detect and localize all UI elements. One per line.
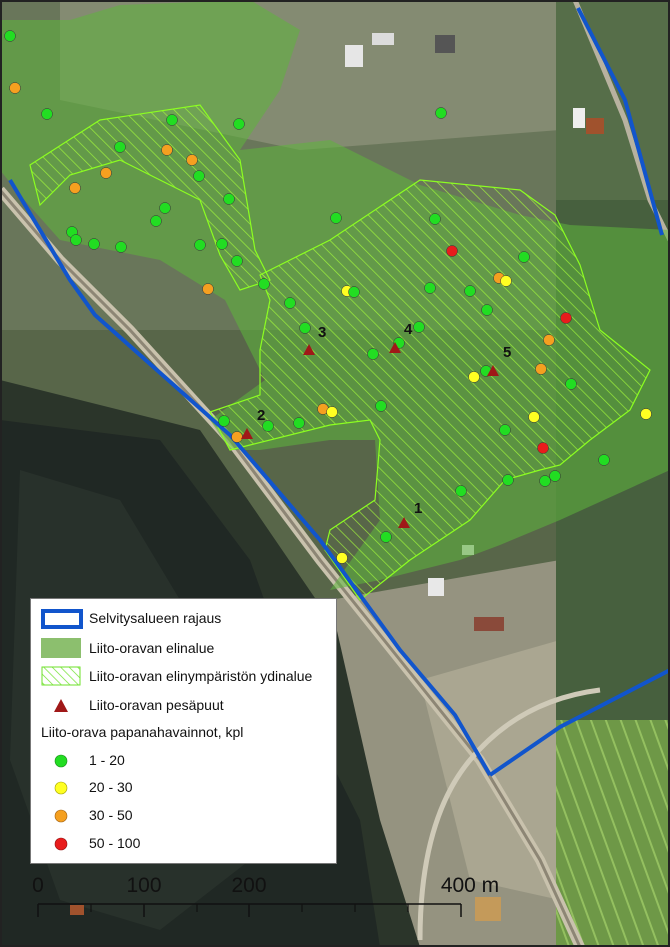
nest-tree-number: 2: [257, 407, 265, 424]
dropping-observation-point[interactable]: [284, 297, 296, 309]
nest-tree-swatch: [41, 695, 85, 715]
dropping-observation-point[interactable]: [413, 321, 425, 333]
dropping-observation-point[interactable]: [424, 282, 436, 294]
dropping-observation-point[interactable]: [4, 30, 16, 42]
dropping-observation-point[interactable]: [88, 238, 100, 250]
dropping-observation-point[interactable]: [468, 371, 480, 383]
dropping-observation-point[interactable]: [150, 215, 162, 227]
dropping-observation-point[interactable]: [481, 304, 493, 316]
dropping-observation-point[interactable]: [69, 182, 81, 194]
dropping-observation-point[interactable]: [231, 255, 243, 267]
dropping-observation-point[interactable]: [161, 144, 173, 156]
dropping-observation-point[interactable]: [528, 411, 540, 423]
dropping-observation-point[interactable]: [326, 406, 338, 418]
dropping-observation-point[interactable]: [348, 286, 360, 298]
dropping-observation-point[interactable]: [375, 400, 387, 412]
dropping-observation-point[interactable]: [380, 531, 392, 543]
dropping-observation-point[interactable]: [464, 285, 476, 297]
dropping-observation-point[interactable]: [429, 213, 441, 225]
dropping-observation-point[interactable]: [114, 141, 126, 153]
dropping-observation-point[interactable]: [435, 107, 447, 119]
dropping-observation-point[interactable]: [231, 431, 243, 443]
map-legend: Selvitysalueen rajaus Liito-oravan elina…: [30, 598, 337, 864]
scale-bar: 0 100 200 400 m: [32, 874, 499, 917]
dropping-observation-point[interactable]: [539, 475, 551, 487]
legend-core-area-label: Liito-oravan elinympäristön ydinalue: [89, 668, 313, 684]
dropping-observation-point[interactable]: [186, 154, 198, 166]
legend-habitat-label: Liito-oravan elinalue: [89, 640, 215, 656]
dropping-observation-point[interactable]: [499, 424, 511, 436]
legend-nest-label: Liito-oravan pesäpuut: [89, 697, 224, 713]
dropping-observation-point[interactable]: [549, 470, 561, 482]
dropping-observation-point[interactable]: [330, 212, 342, 224]
dropping-observation-point[interactable]: [159, 202, 171, 214]
nest-tree-number: 4: [404, 321, 413, 338]
scale-label-200: 200: [231, 874, 266, 897]
dropping-observation-point[interactable]: [543, 334, 555, 346]
dropping-observation-point[interactable]: [640, 408, 652, 420]
legend-class-4-label: 50 - 100: [89, 835, 141, 851]
habitat-swatch: [41, 637, 85, 658]
dropping-observation-point[interactable]: [41, 108, 53, 120]
dropping-observation-point[interactable]: [233, 118, 245, 130]
dropping-observation-point[interactable]: [115, 241, 127, 253]
dropping-observation-point[interactable]: [367, 348, 379, 360]
dropping-observation-point[interactable]: [293, 417, 305, 429]
dropping-observation-point[interactable]: [537, 442, 549, 454]
scale-label-400: 400 m: [441, 874, 499, 897]
dropping-observation-point[interactable]: [202, 283, 214, 295]
dropping-observation-point[interactable]: [455, 485, 467, 497]
dropping-observation-point[interactable]: [336, 552, 348, 564]
legend-droppings-title: Liito-orava papanahavainnot, kpl: [41, 724, 244, 740]
dropping-observation-point[interactable]: [535, 363, 547, 375]
legend-class-2-label: 20 - 30: [89, 779, 133, 795]
class-1-swatch: [41, 750, 85, 770]
dropping-observation-point[interactable]: [216, 238, 228, 250]
scale-label-100: 100: [126, 874, 161, 897]
nest-tree-number: 5: [503, 344, 511, 361]
dropping-observation-point[interactable]: [598, 454, 610, 466]
dropping-observation-point[interactable]: [9, 82, 21, 94]
dropping-observation-point[interactable]: [502, 474, 514, 486]
dropping-observation-point[interactable]: [223, 193, 235, 205]
dropping-observation-point[interactable]: [500, 275, 512, 287]
dropping-observation-point[interactable]: [565, 378, 577, 390]
legend-boundary-label: Selvitysalueen rajaus: [89, 610, 222, 626]
boundary-swatch: [41, 608, 85, 629]
dropping-observation-point[interactable]: [166, 114, 178, 126]
nest-tree-number: 3: [318, 324, 326, 341]
core-area-swatch: [41, 665, 85, 686]
dropping-observation-point[interactable]: [446, 245, 458, 257]
dropping-observation-point[interactable]: [194, 239, 206, 251]
dropping-observation-point[interactable]: [218, 415, 230, 427]
scale-label-0: 0: [32, 874, 44, 897]
legend-class-3-label: 30 - 50: [89, 807, 133, 823]
class-3-swatch: [41, 805, 85, 825]
dropping-observation-point[interactable]: [193, 170, 205, 182]
class-4-swatch: [41, 833, 85, 853]
dropping-observation-point[interactable]: [100, 167, 112, 179]
class-2-swatch: [41, 777, 85, 797]
dropping-observation-point[interactable]: [518, 251, 530, 263]
dropping-observation-point[interactable]: [560, 312, 572, 324]
nest-tree-number: 1: [414, 500, 422, 517]
dropping-observation-point[interactable]: [70, 234, 82, 246]
dropping-observation-point[interactable]: [299, 322, 311, 334]
legend-class-1-label: 1 - 20: [89, 752, 125, 768]
dropping-observation-point[interactable]: [258, 278, 270, 290]
